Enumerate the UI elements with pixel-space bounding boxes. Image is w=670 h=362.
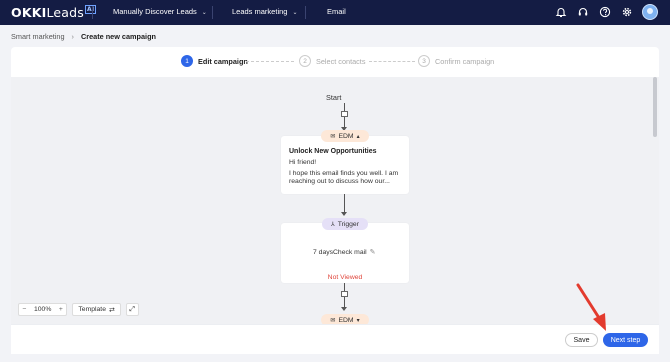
step-label: Edit campaign [198,56,248,66]
step-label: Select contacts [316,56,366,66]
flow-connector [344,117,345,127]
chevron-down-icon: ⌄ [201,10,207,16]
step-confirm-campaign[interactable]: 3 Confirm campaign [418,55,494,67]
avatar[interactable] [642,4,658,20]
nav-label: Leads marketing [232,7,288,16]
step-connector [369,61,415,62]
step-edit-campaign[interactable]: 1 Edit campaign [181,55,248,67]
step-number: 1 [181,55,193,67]
step-label: Confirm campaign [435,56,495,66]
nav-label: Manually Discover Leads [113,7,197,16]
zoom-control: − 100% + [18,303,68,316]
nav-email[interactable]: Email [327,7,346,16]
edm-node-chip[interactable]: ✉ EDM ▴ [321,130,369,142]
logo-badge: AI [85,5,97,14]
condition-not-viewed: Not Viewed [327,274,363,281]
chevron-right-icon: › [71,32,74,41]
flow-canvas[interactable]: Start Unlock New Opportunities Hi friend… [11,77,659,324]
fullscreen-icon[interactable]: ⤢ [125,303,139,316]
caret-down-icon: ▾ [356,317,360,324]
edit-pencil-icon[interactable]: ✎ [370,249,376,256]
campaign-editor-panel: 1 Edit campaign 2 Select contacts 3 Confirm… [11,47,659,354]
breadcrumb: Smart marketing › Create new campaign [11,32,156,41]
stepper: 1 Edit campaign 2 Select contacts 3 Confirm… [11,47,659,77]
wait-label: 7 daysCheck mail [313,249,367,256]
nav-label: Email [327,7,346,16]
flow-connector [344,103,345,111]
breadcrumb-parent[interactable]: Smart marketing [11,32,65,41]
okki-leads-logo[interactable]: OKKILeads AI [11,5,97,20]
swap-icon: ⇄ [108,306,115,314]
email-node-card[interactable]: Unlock New Opportunities Hi friend! I ho… [281,136,409,194]
nav-divider [212,6,213,19]
canvas-toolbar: − 100% + Template ⇄ ⤢ [18,303,139,316]
step-number: 2 [299,55,311,67]
save-button[interactable]: Save [565,333,598,347]
flow-connector [344,297,345,307]
mail-icon: ✉ [330,317,336,324]
mail-icon: ✉ [330,133,336,140]
editor-footer: Save Next step [11,324,659,354]
step-connector [246,61,294,62]
nav-manually-discover-leads[interactable]: Manually Discover Leads ⌄ [113,7,207,16]
nav-divider [305,6,306,19]
bell-icon[interactable] [555,6,567,18]
trigger-node-chip[interactable]: ⅄ Trigger [322,218,368,230]
zoom-out-button[interactable]: − [19,306,30,313]
canvas-scrollbar[interactable] [653,77,657,137]
edm-node-chip-2[interactable]: ✉ EDM ▾ [321,314,369,324]
help-icon[interactable] [599,6,611,18]
arrow-down-icon [341,212,347,216]
flow-connector [344,194,345,214]
branch-icon: ⅄ [331,221,335,228]
flow-start-label: Start [326,93,342,102]
next-step-button[interactable]: Next step [603,333,648,347]
edm-label: EDM [338,316,354,324]
logo-main: OKKI [11,5,47,20]
template-label: Template [78,306,106,313]
trigger-label: Trigger [337,220,359,228]
email-preview: I hope this email finds you well. I am r… [289,169,399,186]
breadcrumb-current: Create new campaign [80,32,156,41]
zoom-in-button[interactable]: + [55,306,66,313]
email-greeting: Hi friend! [289,159,317,166]
flow-connector [344,283,345,291]
step-number: 3 [418,55,430,67]
caret-up-icon: ▴ [356,133,360,140]
logo-sub: Leads [46,5,84,20]
headset-icon[interactable] [577,6,589,18]
gear-icon[interactable] [621,6,633,18]
step-select-contacts[interactable]: 2 Select contacts [299,55,365,67]
wait-condition: 7 daysCheck mail ✎ [313,248,376,256]
edm-label: EDM [338,132,354,140]
top-nav-bar: OKKILeads AI Manually Discover Leads ⌄ Lea… [0,0,670,25]
zoom-level: 100% [34,306,52,313]
nav-leads-marketing[interactable]: Leads marketing ⌄ [232,7,297,16]
trigger-node-card[interactable]: 7 daysCheck mail ✎ Not Viewed [281,223,409,283]
email-title: Unlock New Opportunities [289,148,377,155]
nav-divider [92,6,93,19]
chevron-down-icon: ⌄ [292,10,298,16]
arrow-down-icon [341,307,347,311]
template-button[interactable]: Template ⇄ [72,303,121,316]
